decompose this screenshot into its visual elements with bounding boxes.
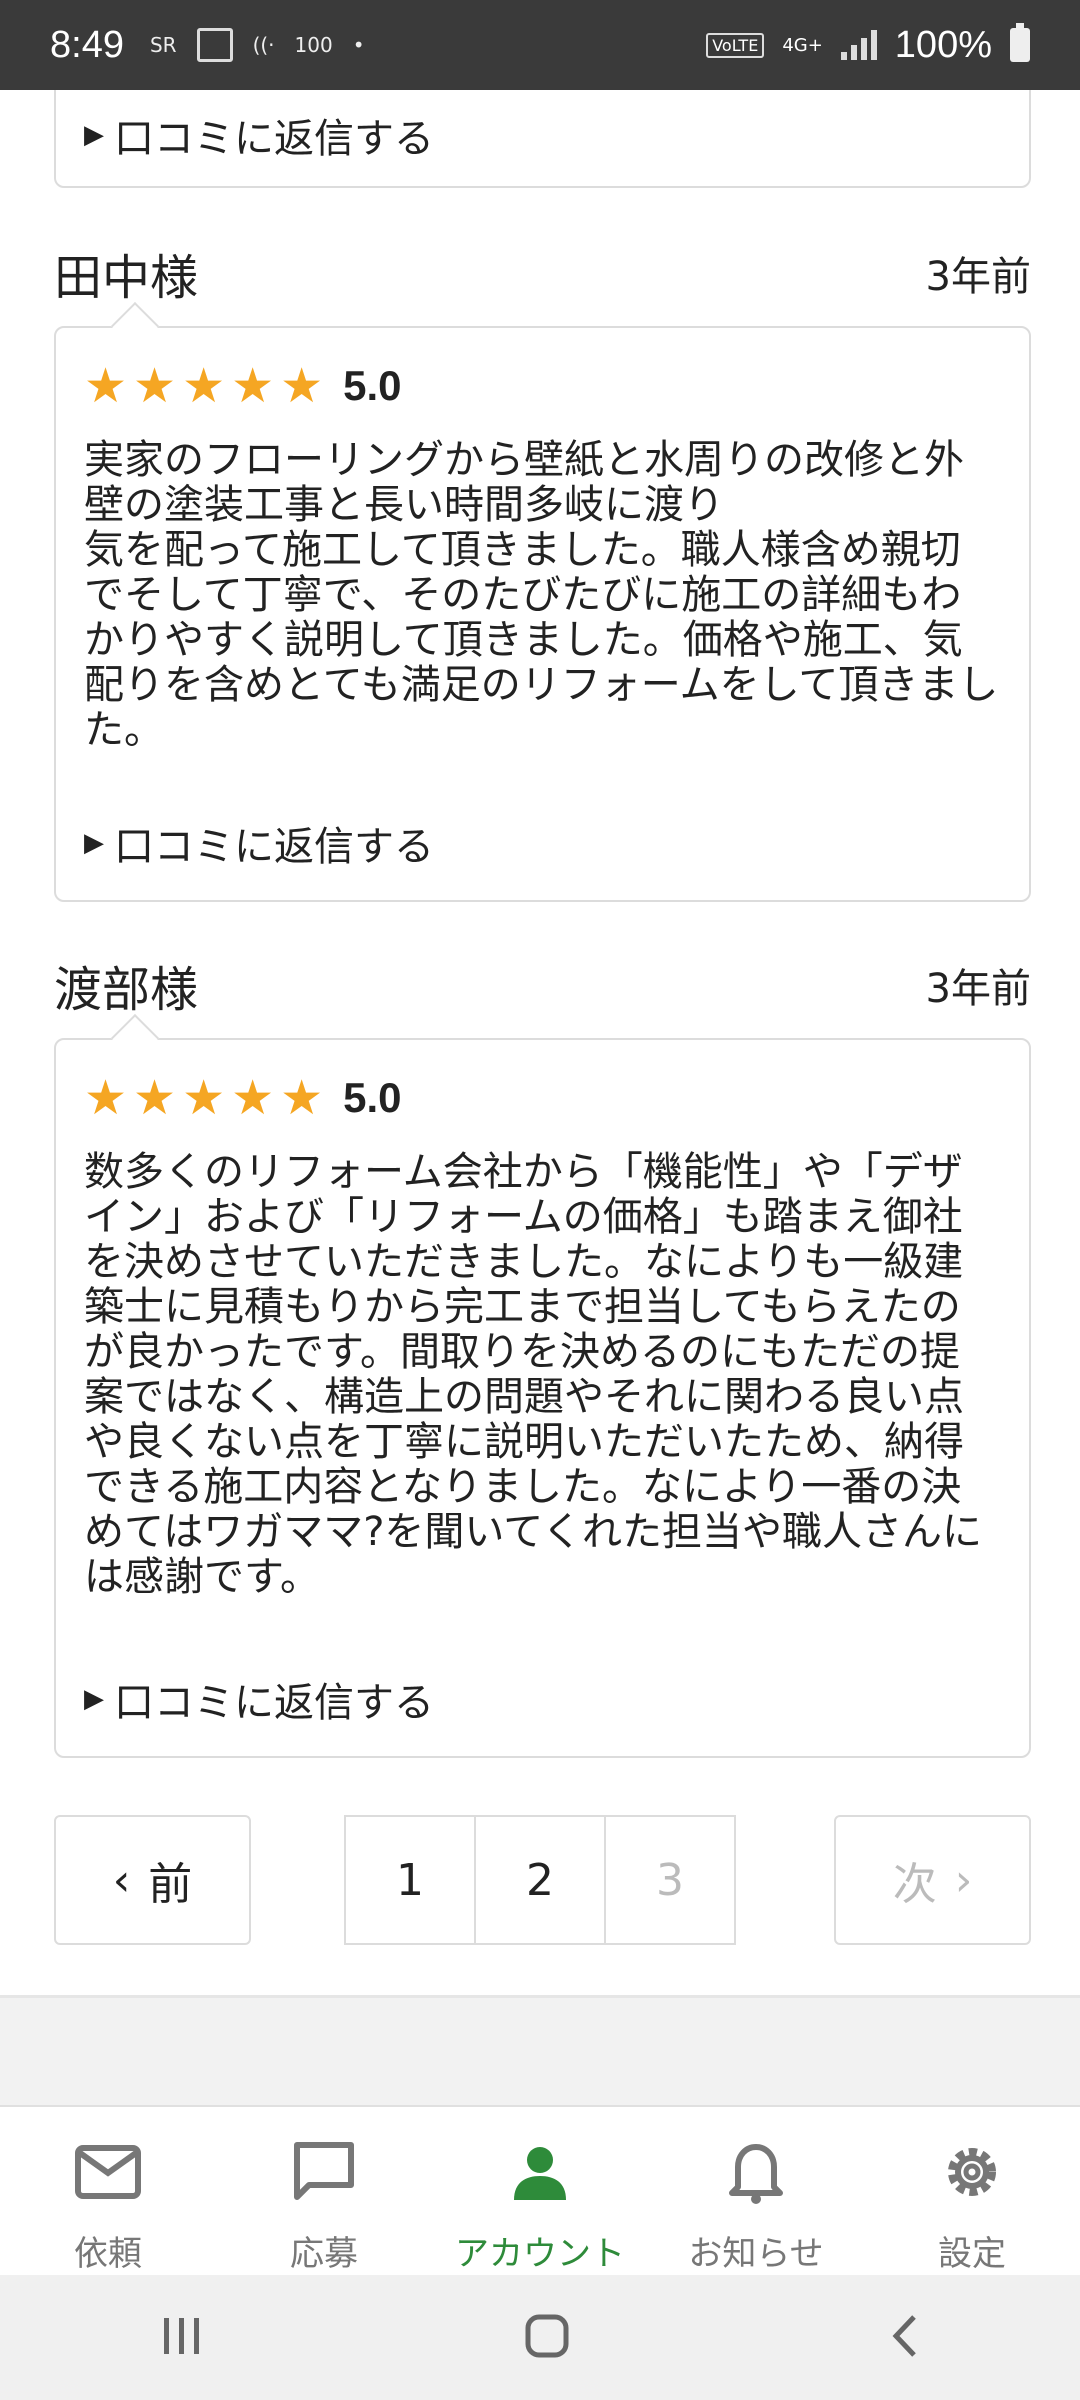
rating: ★ ★ ★ ★ ★ 5.0: [84, 1074, 402, 1122]
battery-icon: [1010, 23, 1030, 62]
back-icon[interactable]: [890, 2314, 920, 2362]
page-button-2[interactable]: 2: [474, 1815, 606, 1945]
status-right: VoLTE 4G+ 100%: [706, 23, 1030, 67]
chat-icon: [291, 2137, 357, 2206]
reply-label: 口コミに返信する: [114, 1680, 434, 1726]
rating-score: 5.0: [343, 362, 402, 409]
rating-score: 5.0: [343, 1074, 402, 1121]
triangle-icon: ▶: [84, 828, 104, 858]
triangle-icon: ▶: [84, 1684, 104, 1714]
reply-label: 口コミに返信する: [114, 824, 434, 870]
nav-label: お知らせ: [688, 2234, 824, 2274]
review-card: ★ ★ ★ ★ ★ 5.0 実家のフローリングから壁紙と水周りの改修と外壁の塗装…: [54, 301, 1031, 902]
next-page-button[interactable]: 次 ›: [834, 1815, 1031, 1945]
app-badge-icon: 100: [294, 33, 333, 57]
reviews-content[interactable]: ▶ 口コミに返信する 田中様 3年前 ★ ★ ★ ★ ★ 5.0 実家のフローリ…: [0, 90, 1080, 2105]
star-icon: ★: [231, 358, 275, 414]
star-icon: ★: [231, 1070, 275, 1126]
review-time: 3年前: [925, 254, 1031, 300]
nav-item-notifications[interactable]: お知らせ: [648, 2107, 864, 2275]
bell-icon: [728, 2137, 784, 2206]
dot-icon: •: [352, 33, 365, 57]
star-icon: ★: [84, 358, 128, 414]
calendar-icon: [196, 28, 233, 62]
nav-item-applications[interactable]: 応募: [216, 2107, 432, 2275]
next-label: 次: [892, 1859, 937, 1910]
nav-label: 依頼: [74, 2234, 142, 2274]
volte-icon: VoLTE: [706, 32, 765, 58]
stars: ★ ★ ★ ★ ★: [84, 362, 323, 410]
star-icon: ★: [182, 358, 226, 414]
chevron-left-icon: ‹: [112, 1854, 131, 1906]
reply-link[interactable]: ▶ 口コミに返信する: [84, 106, 434, 164]
pagination: ‹ 前 1 2 3 次 ›: [54, 1815, 1031, 1945]
reply-label: 口コミに返信する: [114, 116, 434, 162]
nav-item-account[interactable]: アカウント: [432, 2107, 648, 2275]
bottom-nav: 依頼 応募 アカウント お知らせ 設定: [0, 2105, 1080, 2275]
page-button-1[interactable]: 1: [344, 1815, 476, 1945]
recent-apps-icon[interactable]: [160, 2316, 204, 2360]
reply-link[interactable]: ▶ 口コミに返信する: [84, 1670, 434, 1728]
status-bar: 8:49 SR ((· 100 • VoLTE 4G+ 100%: [0, 0, 1080, 90]
card-notch: [110, 1013, 160, 1063]
system-nav: [0, 2275, 1080, 2400]
reviewer-row: 田中様 3年前: [54, 238, 1031, 308]
star-icon: ★: [182, 1070, 226, 1126]
nav-label: 応募: [290, 2234, 358, 2274]
star-icon: ★: [133, 358, 177, 414]
reviewer-name: 渡部様: [54, 962, 199, 1018]
rating: ★ ★ ★ ★ ★ 5.0: [84, 362, 402, 410]
network-type: 4G+: [782, 34, 823, 56]
signal-icon: [840, 30, 877, 60]
page-button-3[interactable]: 3: [604, 1815, 736, 1945]
review-text: 実家のフローリングから壁紙と水周りの改修と外壁の塗装工事と長い時間多岐に渡り 気…: [84, 437, 999, 753]
mail-icon: [75, 2137, 141, 2206]
card-notch: [110, 301, 160, 351]
review-card: ▶ 口コミに返信する: [54, 90, 1031, 188]
nfc-icon: ((·: [252, 33, 275, 57]
home-icon[interactable]: [525, 2314, 569, 2362]
sr-badge-icon: SR: [149, 33, 177, 57]
prev-label: 前: [148, 1859, 193, 1910]
nav-item-settings[interactable]: 設定: [864, 2107, 1080, 2275]
star-icon: ★: [84, 1070, 128, 1126]
triangle-icon: ▶: [84, 120, 104, 150]
nav-item-requests[interactable]: 依頼: [0, 2107, 216, 2275]
review-text: 数多くのリフォーム会社から「機能性」や「デザイン」および「リフォームの価格」も踏…: [84, 1149, 983, 1600]
review-time: 3年前: [925, 966, 1031, 1012]
stars: ★ ★ ★ ★ ★: [84, 1074, 323, 1122]
battery-percent: 100%: [894, 23, 992, 66]
gear-icon: [940, 2137, 1004, 2206]
status-time: 8:49: [50, 23, 124, 66]
status-left-icons: SR ((· 100 •: [150, 28, 365, 62]
footer-area: [0, 1998, 1080, 2105]
review-card: ★ ★ ★ ★ ★ 5.0 数多くのリフォーム会社から「機能性」や「デザイン」お…: [54, 1013, 1031, 1758]
person-icon: [510, 2137, 570, 2206]
reply-link[interactable]: ▶ 口コミに返信する: [84, 814, 434, 872]
reviewer-name: 田中様: [54, 250, 199, 306]
prev-page-button[interactable]: ‹ 前: [54, 1815, 251, 1945]
star-icon: ★: [133, 1070, 177, 1126]
nav-label: アカウント: [455, 2234, 625, 2274]
chevron-right-icon: ›: [954, 1854, 973, 1906]
nav-label: 設定: [938, 2234, 1006, 2274]
star-icon: ★: [280, 358, 324, 414]
star-icon: ★: [280, 1070, 324, 1126]
reviewer-row: 渡部様 3年前: [54, 950, 1031, 1020]
